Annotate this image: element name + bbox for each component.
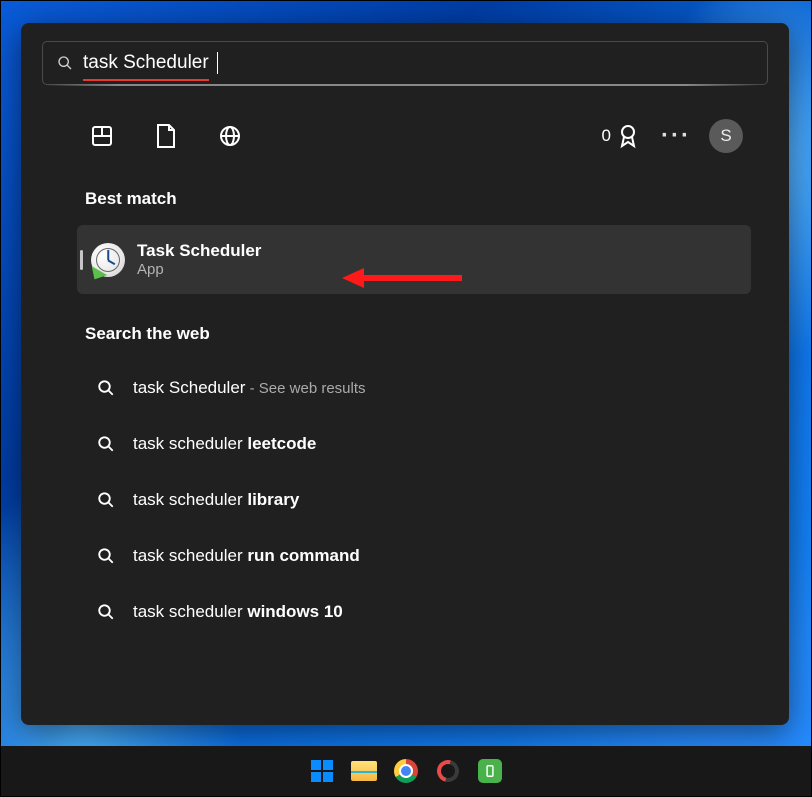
annotation-arrow xyxy=(342,260,462,296)
web-result-text: task scheduler windows 10 xyxy=(133,602,343,622)
web-result[interactable]: task scheduler library xyxy=(77,472,751,528)
web-result-text: task scheduler run command xyxy=(133,546,360,566)
search-panel: task Scheduler 0 xyxy=(21,23,789,725)
search-query-text: task Scheduler xyxy=(83,52,209,74)
web-results-list: task Scheduler - See web results task sc… xyxy=(77,360,751,640)
user-avatar[interactable]: S xyxy=(709,119,743,153)
search-query-value: task Scheduler xyxy=(83,52,209,73)
filter-row: 0 ··· S xyxy=(39,113,771,159)
phone-icon xyxy=(478,759,502,783)
web-result[interactable]: task scheduler leetcode xyxy=(77,416,751,472)
search-input[interactable]: task Scheduler xyxy=(42,41,768,85)
phone-link-button[interactable] xyxy=(474,755,506,787)
search-icon xyxy=(97,603,115,621)
search-icon xyxy=(57,55,73,71)
web-result[interactable]: task Scheduler - See web results xyxy=(77,360,751,416)
search-icon xyxy=(97,379,115,397)
taskbar xyxy=(1,746,811,796)
document-icon xyxy=(155,123,177,149)
text-caret xyxy=(217,52,218,74)
selection-indicator xyxy=(80,250,83,270)
web-result[interactable]: task scheduler windows 10 xyxy=(77,584,751,640)
globe-icon xyxy=(218,124,242,148)
windows-icon xyxy=(311,760,333,782)
task-scheduler-icon xyxy=(91,243,125,277)
opera-icon xyxy=(433,756,463,786)
rewards-points[interactable]: 0 xyxy=(602,123,639,149)
search-icon xyxy=(97,435,115,453)
web-result-text: task Scheduler - See web results xyxy=(133,378,366,398)
folder-icon xyxy=(351,761,377,781)
apps-icon xyxy=(90,124,114,148)
file-explorer-button[interactable] xyxy=(348,755,380,787)
search-icon xyxy=(97,491,115,509)
web-tab[interactable] xyxy=(207,113,253,159)
web-result[interactable]: task scheduler run command xyxy=(77,528,751,584)
web-result-text: task scheduler library xyxy=(133,490,299,510)
medal-icon xyxy=(617,123,639,149)
spellcheck-underline xyxy=(83,79,209,81)
best-match-result[interactable]: Task Scheduler App xyxy=(77,225,751,294)
avatar-letter: S xyxy=(720,126,731,146)
section-best-match-title: Best match xyxy=(85,189,771,209)
more-button[interactable]: ··· xyxy=(661,122,691,150)
points-value: 0 xyxy=(602,126,611,146)
best-match-title: Task Scheduler xyxy=(137,241,261,261)
start-button[interactable] xyxy=(306,755,338,787)
best-match-subtitle: App xyxy=(137,261,261,278)
documents-tab[interactable] xyxy=(143,113,189,159)
search-icon xyxy=(97,547,115,565)
section-web-title: Search the web xyxy=(85,324,771,344)
apps-tab[interactable] xyxy=(79,113,125,159)
chrome-button[interactable] xyxy=(390,755,422,787)
opera-button[interactable] xyxy=(432,755,464,787)
chrome-icon xyxy=(394,759,418,783)
web-result-text: task scheduler leetcode xyxy=(133,434,316,454)
